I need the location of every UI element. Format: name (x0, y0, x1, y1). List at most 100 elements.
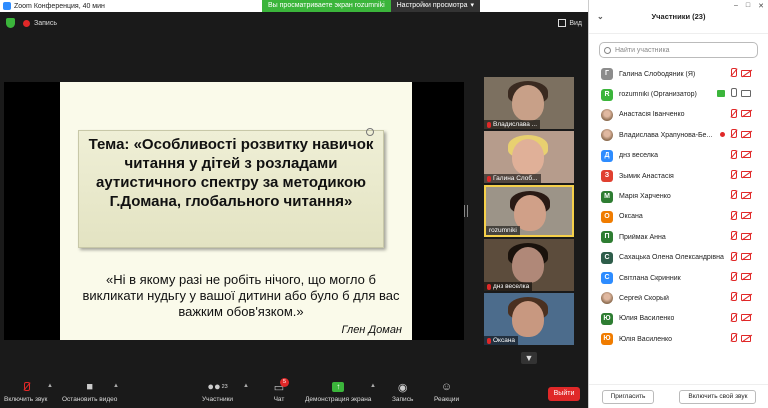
mic-muted-icon (19, 381, 33, 393)
mic-muted-icon (487, 121, 491, 128)
record-icon: ◉ (397, 381, 408, 394)
participant-name: Сахацька Олена Олександрівна (619, 254, 724, 262)
avatar: З (601, 170, 613, 183)
leave-button[interactable]: Выйти (548, 387, 580, 401)
participant-name: Марія Харченко (619, 193, 671, 201)
avatar: Г (601, 68, 613, 81)
unmute-button[interactable]: Включить звук (4, 381, 47, 403)
view-banner: Вы просматриваете экран rozumniki Настро… (262, 0, 481, 12)
video-off-icon (741, 334, 751, 342)
avatar: Ю (601, 333, 613, 346)
mic-muted-icon (729, 251, 737, 262)
video-off-icon (741, 253, 751, 261)
participant-row[interactable]: С Світлана Скринник (589, 268, 768, 288)
mic-muted-icon (729, 169, 737, 180)
video-options-caret[interactable]: ▲ (113, 383, 119, 389)
scroll-down-button[interactable]: ▼ (521, 352, 537, 364)
panel-footer: Пригласить Включить свой звук (589, 384, 768, 408)
mic-icon (729, 88, 737, 98)
record-button[interactable]: ◉ Запись (392, 381, 413, 404)
video-tile[interactable]: Галина Слоб... (484, 131, 574, 183)
record-icon (23, 19, 30, 27)
participant-name: Зымик Анастасія (619, 172, 674, 180)
participant-row[interactable]: Rrozumniki (Организатор) (589, 84, 768, 104)
participants-options-caret[interactable]: ▲ (243, 383, 249, 389)
zoom-logo-icon (3, 2, 11, 10)
mic-muted-icon (729, 333, 737, 343)
chat-button[interactable]: ▭ 5 Чат (272, 378, 289, 403)
mic-muted-icon (729, 68, 737, 78)
panel-title: Участники (23) (651, 12, 706, 21)
video-camera-icon: ■ (86, 381, 94, 393)
participant-row[interactable]: М Марія Харченко (589, 186, 768, 206)
participant-row[interactable]: Г Галина Слободяник (Я) (589, 64, 768, 84)
view-settings-button[interactable]: Настройки просмотра ▾ (390, 0, 481, 12)
stop-video-button[interactable]: ■ Остановить видео (62, 381, 117, 403)
cursor-icon (366, 128, 374, 136)
people-icon: ●● 23 (207, 381, 228, 393)
participant-row[interactable]: Ю Юлія Василенко (589, 329, 768, 349)
search-input[interactable] (615, 46, 745, 54)
mic-muted-icon (729, 292, 737, 302)
participants-button[interactable]: ●● 23 Участники (202, 381, 233, 403)
search-field[interactable] (599, 42, 758, 58)
avatar: Ю (601, 312, 613, 325)
shield-icon[interactable] (6, 18, 15, 28)
participant-row[interactable]: О Оксана (589, 207, 768, 227)
video-tile[interactable]: Оксана (484, 293, 574, 345)
avatar: Д (601, 149, 613, 162)
avatar (601, 108, 613, 121)
mic-muted-icon (487, 337, 491, 344)
view-button[interactable]: Вид (558, 19, 582, 27)
share-options-caret[interactable]: ▲ (370, 383, 376, 389)
presentation-slide: Тема: «Особливості розвитку навичок чита… (60, 82, 412, 340)
video-tile[interactable]: днз веселка (484, 239, 574, 291)
mic-muted-icon (729, 231, 737, 241)
participant-list: Г Галина Слободяник (Я) Rrozumniki (Органи… (589, 64, 768, 349)
meeting-toolbar: Включить звук ▲ ■ Остановить видео ▲ ●● 2… (0, 378, 588, 408)
slide-quote: «Ні в якому разі не робіть нічого, що мо… (82, 272, 400, 319)
unmute-self-button[interactable]: Включить свой звук (679, 389, 757, 404)
avatar (601, 129, 613, 142)
participant-name: Анастасія Іванченко (619, 111, 685, 119)
invite-button[interactable]: Пригласить (601, 389, 655, 404)
participant-name: Оксана (619, 213, 643, 221)
participant-row[interactable]: Дднз веселка (589, 146, 768, 166)
video-off-icon (741, 191, 751, 199)
video-off-icon (741, 232, 751, 240)
collapse-panel-icon[interactable]: ⌄ (597, 12, 604, 21)
audio-options-caret[interactable]: ▲ (47, 383, 53, 389)
tile-name: rozumniki (489, 227, 517, 234)
mic-muted-icon (487, 175, 491, 182)
participant-name: Владислава Храпунова-Бе... (619, 131, 713, 139)
participant-row[interactable]: Ю Юлия Василенко (589, 309, 768, 329)
mic-muted-icon (729, 149, 737, 160)
participants-panel: – □ ✕ ⌄ Участники (23) ГГалина Слободяни… (588, 0, 768, 408)
splitter-handle[interactable] (464, 205, 468, 217)
video-tile[interactable]: Владислава ... (484, 77, 574, 129)
tile-name: днз веселка (493, 283, 530, 290)
panel-header: ⌄ Участники (23) (589, 0, 768, 34)
slide-author: Глен Доман (341, 324, 402, 336)
share-screen-button[interactable]: ↑ Демонстрация экрана (305, 381, 371, 403)
participant-row[interactable]: Сергей Скорый (589, 288, 768, 308)
video-off-icon (741, 110, 751, 118)
zoom-app: Zoom Конференция, 40 мин Вы просматривае… (0, 0, 768, 408)
participant-name: Юлія Василенко (619, 335, 672, 343)
reactions-button[interactable]: ☺ Реакции (434, 381, 459, 403)
video-icon (741, 89, 751, 97)
grid-icon (558, 19, 567, 27)
participant-name: Галина Слободяник (Я) (619, 70, 696, 78)
participant-row[interactable]: Анастасія Іванченко (589, 105, 768, 125)
share-screen-icon: ↑ (332, 382, 345, 392)
participant-row[interactable]: С Сахацька Олена Олександрівна (589, 248, 768, 268)
video-tile-active-speaker[interactable]: rozumniki (484, 185, 574, 237)
participant-row[interactable]: З Зымик Анастасія (589, 166, 768, 186)
tile-name: Владислава ... (493, 121, 538, 128)
avatar: П (601, 231, 613, 244)
avatar: С (601, 272, 613, 285)
smiley-icon: ☺ (440, 381, 453, 393)
participant-row[interactable]: Владислава Храпунова-Бе... (589, 125, 768, 145)
chevron-down-icon: ▾ (470, 2, 475, 9)
participant-row[interactable]: П Приймак Анна (589, 227, 768, 247)
